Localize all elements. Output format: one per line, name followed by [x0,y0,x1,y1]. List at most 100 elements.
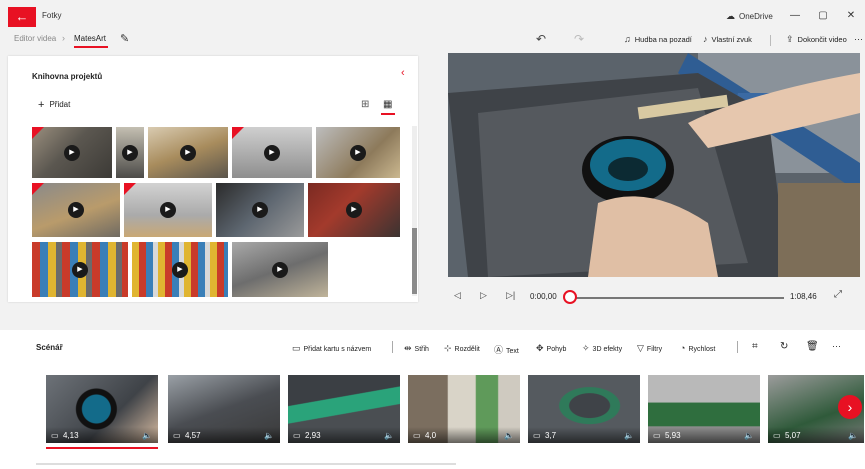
filters-button[interactable]: ▽ Filtry [637,343,662,354]
clip-video-icon: ▭ [773,431,781,440]
play-icon: ▶ [346,202,362,218]
title-card-icon: ▭ [292,343,301,353]
library-thumbnail[interactable]: ▶ [124,183,212,237]
delete-icon[interactable]: 🗑 [806,341,819,352]
scroll-right-button[interactable]: › [838,395,862,419]
library-thumbnail[interactable]: ▶ [32,242,128,297]
breadcrumb-project: MatesArt [74,34,107,43]
previous-frame-icon[interactable]: ◁ [454,290,461,301]
storyboard-more-button[interactable]: ··· [832,341,841,351]
volume-icon[interactable]: 🔈 [264,431,274,440]
library-thumbnail[interactable]: ▶ [232,242,328,297]
volume-icon[interactable]: 🔈 [624,431,634,440]
storyboard-scrollbar[interactable] [36,463,456,465]
in-use-flag [32,183,44,195]
redo-icon[interactable]: ↷ [574,32,584,46]
finish-video-label: Dokončit video [797,35,847,44]
split-label: Rozdělit [454,346,480,353]
play-icon: ▶ [64,144,80,161]
add-title-card-button[interactable]: ▭ Přidat kartu s názvem [292,343,371,354]
3d-effects-button[interactable]: ✧ 3D efekty [582,343,622,354]
play-button-icon[interactable]: ▷ [480,290,487,301]
custom-audio-label: Vlastní zvuk [711,35,752,44]
sparkle-icon: ✧ [582,343,590,353]
play-icon: ▶ [264,144,280,161]
breadcrumb-editor[interactable]: Editor videa [14,34,56,43]
clip-video-icon: ▭ [653,431,661,440]
storyboard-toolbar: Scénář ▭ Přidat kartu s názvem ⇹ Střih ⊹ Ro… [0,330,865,364]
storyboard-clip[interactable]: ▭ 4,57 🔈 [168,375,280,443]
trim-button[interactable]: ⇹ Střih [404,343,429,354]
play-icon: ▶ [68,202,84,218]
volume-icon[interactable]: 🔈 [744,431,754,440]
text-icon: Ⓐ [494,345,504,355]
filters-label: Filtry [646,346,663,353]
storyboard-clip[interactable]: ▭ 4,13 🔈 [46,375,158,443]
rename-pencil-icon[interactable]: ✎ [120,32,129,45]
close-button[interactable]: ✕ [842,10,860,21]
split-button[interactable]: ⊹ Rozdělit [444,343,480,354]
grid-view-icon[interactable]: ⊞ [361,99,369,110]
in-use-flag [124,183,136,195]
speedometer-icon: ◔ [680,343,686,353]
selected-clip-indicator [46,447,158,449]
add-title-card-label: Přidat kartu s názvem [303,346,372,353]
rotate-icon[interactable]: ↻ [780,341,788,352]
tile-view-icon[interactable]: ▦ [383,99,392,110]
collapse-library-icon[interactable]: ‹ [401,67,405,79]
motion-button[interactable]: ✥ Pohyb [536,343,566,354]
speed-button[interactable]: ◔ Rychlost [680,343,715,353]
music-note-icon: ♫ [624,34,631,44]
library-thumbnail[interactable]: ▶ [32,183,120,237]
volume-icon[interactable]: 🔈 [848,431,858,440]
arrow-left-icon: ← [15,9,29,24]
library-thumbnail[interactable]: ▶ [148,127,228,178]
volume-icon[interactable]: 🔈 [384,431,394,440]
custom-audio-button[interactable]: ♪ Vlastní zvuk [703,34,752,44]
fullscreen-icon[interactable]: ⤢ [834,289,842,300]
finish-video-button[interactable]: ⇪ Dokončit video [786,34,847,45]
storyboard-title: Scénář [36,343,63,352]
preview-frame [448,53,860,277]
play-icon: ▶ [172,261,188,278]
library-thumbnail[interactable]: ▶ [132,242,228,297]
maximize-button[interactable]: ▢ [814,10,832,21]
play-icon: ▶ [350,144,366,161]
library-thumbnail[interactable]: ▶ [216,183,304,237]
add-label: Přidat [49,100,71,109]
project-library: Knihovna projektů ‹ + Přidat ⊞ ▦ ▶ ▶ ▶ ▶ … [8,56,418,302]
minimize-button[interactable]: — [786,10,804,21]
library-thumbnail[interactable]: ▶ [32,127,112,178]
storyboard-clip[interactable]: ▭ 4,0 🔈 [408,375,520,443]
microphone-icon: ♪ [703,34,708,44]
library-thumbnail[interactable]: ▶ [308,183,400,237]
storyboard-clip[interactable]: ▭ 3,7 🔈 [528,375,640,443]
library-thumbnail[interactable]: ▶ [116,127,144,178]
seek-knob[interactable] [563,290,577,304]
storyboard-divider [737,341,738,353]
back-button[interactable]: ← [8,7,36,27]
storyboard-clip[interactable]: ▭ 2,93 🔈 [288,375,400,443]
add-media-button[interactable]: + Přidat [38,99,70,111]
crop-icon[interactable]: ⌗ [752,341,758,352]
undo-icon[interactable]: ↶ [536,32,546,46]
storyboard-clip[interactable]: ▭ 5,93 🔈 [648,375,760,443]
background-music-button[interactable]: ♫ Hudba na pozadí [624,34,692,44]
seek-bar[interactable] [570,297,784,299]
library-title: Knihovna projektů [32,72,103,81]
filter-icon: ▽ [637,343,644,353]
library-scrollbar-thumb[interactable] [412,228,417,294]
cloud-icon: ☁ [726,11,735,21]
onedrive-status[interactable]: ☁ OneDrive [726,11,773,22]
volume-icon[interactable]: 🔈 [504,431,514,440]
trim-label: Střih [414,346,429,353]
more-options-button[interactable]: ··· [854,34,863,44]
next-frame-icon[interactable]: ▷| [506,290,515,301]
volume-icon[interactable]: 🔈 [142,431,152,440]
library-thumbnail[interactable]: ▶ [316,127,400,178]
toolbar-divider [770,35,771,46]
video-preview[interactable] [448,53,860,277]
text-button[interactable]: Ⓐ Text [494,343,519,356]
library-thumbnail[interactable]: ▶ [232,127,312,178]
play-icon: ▶ [160,202,176,218]
